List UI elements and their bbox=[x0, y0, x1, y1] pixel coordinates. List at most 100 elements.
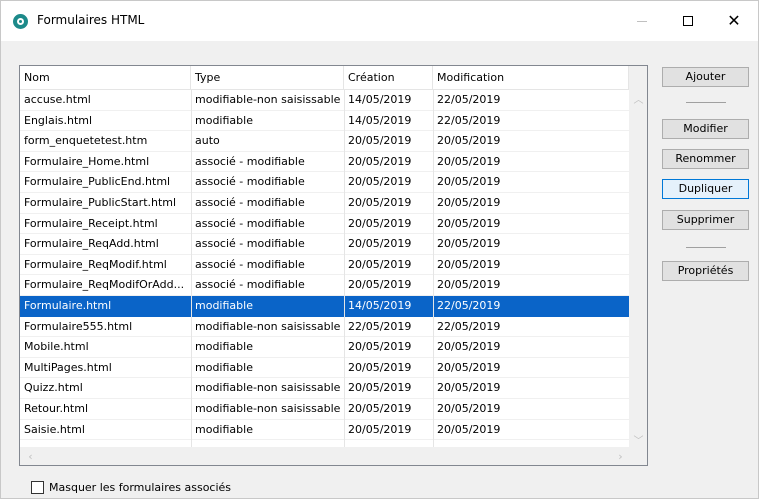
cell-modified: 20/05/2019 bbox=[437, 360, 501, 374]
maximize-button[interactable] bbox=[665, 1, 711, 41]
cell-name: Formulaire_Receipt.html bbox=[24, 216, 158, 230]
table-row[interactable]: form_enquetetest.htm auto 20/05/2019 20/05/… bbox=[20, 131, 629, 152]
cell-name: MultiPages.html bbox=[24, 360, 112, 374]
cell-created: 20/05/2019 bbox=[348, 257, 412, 271]
minimize-button[interactable] bbox=[619, 1, 665, 41]
cell-created: 20/05/2019 bbox=[348, 175, 412, 189]
cell-modified: 22/05/2019 bbox=[437, 113, 501, 127]
table-row[interactable]: Saisie.html modifiable 20/05/2019 20/05/201… bbox=[20, 420, 629, 441]
cell-modified: 20/05/2019 bbox=[437, 422, 501, 436]
cell-created: 14/05/2019 bbox=[348, 113, 412, 127]
cell-modified: 22/05/2019 bbox=[437, 93, 501, 106]
table-row[interactable]: Formulaire_PublicEnd.html associé - modif… bbox=[20, 172, 629, 193]
minimize-icon bbox=[637, 20, 647, 22]
edit-button[interactable]: Modifier bbox=[662, 119, 749, 139]
cell-modified: 20/05/2019 bbox=[437, 134, 501, 148]
cell-type: modifiable bbox=[195, 298, 253, 312]
duplicate-button[interactable]: Dupliquer bbox=[662, 179, 749, 199]
scroll-right-icon[interactable]: › bbox=[612, 447, 629, 465]
horizontal-scrollbar[interactable]: ‹ › bbox=[20, 447, 629, 465]
cell-type: associé - modifiable bbox=[195, 237, 305, 251]
close-button[interactable]: ✕ bbox=[711, 1, 757, 41]
table-row[interactable]: Formulaire_Home.html associé - modifiable… bbox=[20, 152, 629, 173]
cell-type: associé - modifiable bbox=[195, 278, 305, 292]
maximize-icon bbox=[683, 16, 693, 26]
column-header-type[interactable]: Type bbox=[191, 66, 344, 90]
table-row[interactable]: Formulaire555.html modifiable-non saisiss… bbox=[20, 317, 629, 338]
title-bar: Formulaires HTML ✕ bbox=[1, 1, 758, 41]
cell-name: Formulaire_ReqAdd.html bbox=[24, 237, 159, 251]
cell-name: Formulaire_ReqModifOrAdd... bbox=[24, 278, 185, 292]
cell-name: Saisie.html bbox=[24, 422, 85, 436]
table-row[interactable]: Quizz.html modifiable-non saisissable 20/0… bbox=[20, 378, 629, 399]
vertical-scrollbar[interactable]: ︿ ﹀ bbox=[629, 66, 647, 448]
cell-modified: 22/05/2019 bbox=[437, 319, 501, 333]
table-row[interactable]: Retour.html modifiable-non saisissable 20/… bbox=[20, 399, 629, 420]
cell-modified: 20/05/2019 bbox=[437, 175, 501, 189]
hide-associated-checkbox[interactable] bbox=[31, 480, 44, 494]
cell-name: Formulaire_Home.html bbox=[24, 154, 150, 168]
cell-modified: 20/05/2019 bbox=[437, 401, 501, 415]
rename-button[interactable]: Renommer bbox=[662, 149, 749, 169]
cell-modified: 20/05/2019 bbox=[437, 257, 501, 271]
cell-type: modifiable bbox=[195, 340, 253, 354]
table-row[interactable]: Formulaire_ReqModifOrAdd... associé - mod… bbox=[20, 275, 629, 296]
cell-name: Englais.html bbox=[24, 113, 93, 127]
scroll-down-icon[interactable]: ﹀ bbox=[629, 431, 647, 448]
cell-name: Formulaire.html bbox=[24, 298, 112, 312]
forms-list[interactable]: Nom Type Création Modification accuse.ht… bbox=[19, 65, 648, 466]
hide-associated-option[interactable]: Masquer les formulaires associés bbox=[31, 480, 231, 494]
cell-type: associé - modifiable bbox=[195, 195, 305, 209]
cell-name: accuse.html bbox=[24, 93, 91, 106]
scroll-left-icon[interactable]: ‹ bbox=[22, 447, 39, 465]
cell-modified: 20/05/2019 bbox=[437, 154, 501, 168]
cell-created: 20/05/2019 bbox=[348, 381, 412, 395]
table-row[interactable]: Formulaire.html modifiable 14/05/2019 22/05… bbox=[20, 295, 629, 317]
delete-button[interactable]: Supprimer bbox=[662, 210, 749, 230]
table-row[interactable]: Englais.html modifiable 14/05/2019 22/05/20… bbox=[20, 111, 629, 132]
table-row[interactable]: MultiPages.html modifiable 20/05/2019 20/05… bbox=[20, 358, 629, 379]
cell-created: 20/05/2019 bbox=[348, 278, 412, 292]
cell-created: 20/05/2019 bbox=[348, 360, 412, 374]
cell-type: modifiable bbox=[195, 422, 253, 436]
cell-name: form_enquetetest.htm bbox=[24, 134, 148, 148]
cell-created: 20/05/2019 bbox=[348, 154, 412, 168]
cell-type: modifiable bbox=[195, 113, 253, 127]
cell-modified: 20/05/2019 bbox=[437, 278, 501, 292]
cell-type: modifiable bbox=[195, 360, 253, 374]
cell-type: associé - modifiable bbox=[195, 257, 305, 271]
hide-associated-label: Masquer les formulaires associés bbox=[49, 480, 232, 494]
properties-button[interactable]: Propriétés bbox=[662, 261, 749, 281]
cell-modified: 20/05/2019 bbox=[437, 237, 501, 251]
table-row[interactable]: Formulaire_ReqAdd.html associé - modifiab… bbox=[20, 234, 629, 255]
table-row[interactable]: Formulaire_PublicStart.html associé - mod… bbox=[20, 193, 629, 214]
window-title: Formulaires HTML bbox=[37, 13, 145, 27]
column-header-created[interactable]: Création bbox=[344, 66, 433, 90]
table-row[interactable]: accuse.html modifiable-non saisissable 14/… bbox=[20, 90, 629, 111]
scrollbar-corner bbox=[629, 447, 647, 465]
close-icon: ✕ bbox=[727, 11, 741, 30]
cell-created: 20/05/2019 bbox=[348, 340, 412, 354]
cell-created: 20/05/2019 bbox=[348, 401, 412, 415]
column-header-name[interactable]: Nom bbox=[20, 66, 191, 90]
column-divider bbox=[344, 90, 345, 465]
table-row[interactable]: Mobile.html modifiable 20/05/2019 20/05/201… bbox=[20, 337, 629, 358]
cell-created: 20/05/2019 bbox=[348, 422, 412, 436]
table-row[interactable]: Formulaire_ReqModif.html associé - modifi… bbox=[20, 255, 629, 276]
cell-type: associé - modifiable bbox=[195, 216, 305, 230]
column-header-modified[interactable]: Modification bbox=[433, 66, 629, 90]
cell-created: 22/05/2019 bbox=[348, 319, 412, 333]
cell-created: 14/05/2019 bbox=[348, 93, 412, 106]
cell-name: Mobile.html bbox=[24, 340, 89, 354]
cell-name: Formulaire_PublicStart.html bbox=[24, 195, 177, 209]
add-button[interactable]: Ajouter bbox=[662, 67, 749, 87]
column-divider bbox=[433, 90, 434, 465]
separator bbox=[686, 247, 726, 248]
cell-type: associé - modifiable bbox=[195, 154, 305, 168]
cell-name: Formulaire555.html bbox=[24, 319, 133, 333]
scroll-up-icon[interactable]: ︿ bbox=[629, 90, 647, 107]
cell-modified: 20/05/2019 bbox=[437, 340, 501, 354]
cell-name: Quizz.html bbox=[24, 381, 83, 395]
table-row[interactable]: Formulaire_Receipt.html associé - modifia… bbox=[20, 214, 629, 235]
list-rows: accuse.html modifiable-non saisissable 14/… bbox=[20, 90, 629, 441]
